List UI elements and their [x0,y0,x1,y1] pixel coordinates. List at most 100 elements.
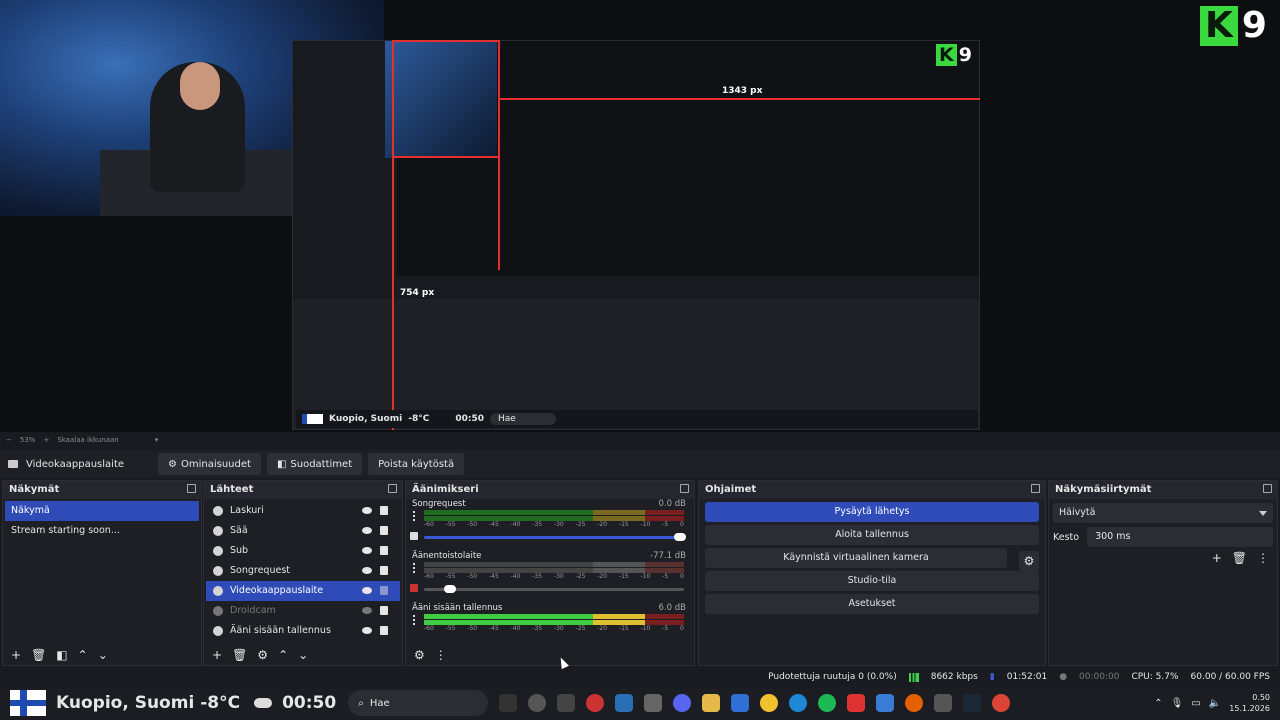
filters-button[interactable]: ◧ Suodattimet [266,453,363,475]
eye-icon[interactable] [362,547,372,554]
obs-icon[interactable] [586,694,605,712]
lock-icon[interactable] [380,586,388,595]
scene-item[interactable]: Näkymä [5,501,199,521]
mail-icon[interactable] [731,694,750,712]
advanced-audio-icon[interactable]: ⚙ [414,648,425,662]
lock-icon[interactable] [380,546,388,555]
eye-icon[interactable] [362,527,372,534]
channel-menu-icon[interactable] [413,563,417,573]
undock-icon[interactable] [680,484,689,493]
audio-app-icon[interactable] [499,694,518,712]
taskbar-search[interactable]: ⌕ Hae [348,690,489,716]
current-source-label: Videokaappauslaite [26,458,125,470]
start-recording-button[interactable]: Aloita tallennus [705,525,1039,545]
source-item[interactable]: Ääni sisään tallennus [206,621,400,641]
scale-mode[interactable]: Skaalaa ikkunaan [57,436,118,444]
channel-menu-icon[interactable] [413,615,417,625]
firefox-icon[interactable] [905,694,924,712]
clock[interactable]: 0.50 15.1.2026 [1229,692,1270,714]
settings-button[interactable]: Asetukset [705,594,1039,614]
volume-handle[interactable] [674,533,686,541]
source-item[interactable]: Videokaappauslaite [206,581,400,601]
app-icon[interactable] [528,694,547,712]
source-item[interactable]: Laskuri [206,501,400,521]
discord-icon[interactable] [673,694,692,712]
trash-icon[interactable]: 🗑 [1232,551,1247,565]
chevron-down-icon[interactable]: ▾ [155,436,159,444]
speaker-icon[interactable] [410,584,418,592]
zoom-in-button[interactable]: + [43,436,49,444]
stop-stream-button[interactable]: Pysäytä lähetys [705,502,1039,522]
time-overlay: 00:50 [282,693,337,713]
network-icon[interactable]: ▭ [1191,698,1200,709]
source-item[interactable]: Sää [206,521,400,541]
chevron-up-icon[interactable]: ⌃ [278,648,288,662]
zoom-out-button[interactable]: − [6,436,12,444]
virtual-camera-button[interactable]: Käynnistä virtuaalinen kamera [705,548,1007,568]
menu-icon[interactable]: ⋮ [1257,551,1269,565]
transition-select[interactable]: Häivytä [1053,503,1273,523]
app-icon[interactable] [847,694,866,712]
chrome-icon[interactable] [992,694,1011,712]
chevron-down-icon[interactable]: ⌄ [298,648,308,662]
duration-field[interactable]: 300 ms [1087,527,1273,547]
terminal-icon[interactable] [557,694,576,712]
edge-icon[interactable] [789,694,808,712]
scale-tick: -30 [553,573,564,580]
gear-icon[interactable]: ⚙ [1019,551,1039,571]
settings-app-icon[interactable] [644,694,663,712]
app-icon[interactable] [876,694,895,712]
trash-icon[interactable]: 🗑 [232,648,247,662]
lock-icon[interactable] [380,566,388,575]
spotify-icon[interactable] [818,694,837,712]
speaker-icon[interactable] [410,532,418,540]
eye-icon[interactable] [362,627,372,634]
folder-icon[interactable] [702,694,721,712]
speaker-icon[interactable]: 🔈 [1209,698,1221,709]
app-icon[interactable] [934,694,953,712]
volume-handle[interactable] [444,585,456,593]
lock-icon[interactable] [380,626,388,635]
filter-icon[interactable]: ◧ [56,648,67,662]
steam-icon[interactable] [963,694,982,712]
eye-icon[interactable] [362,567,372,574]
studio-mode-button[interactable]: Studio-tila [705,571,1039,591]
eye-hidden-icon[interactable] [362,607,372,614]
chevron-up-icon[interactable]: ⌃ [78,648,88,662]
lock-icon[interactable] [380,506,388,515]
undock-icon[interactable] [1031,484,1040,493]
add-icon[interactable]: + [212,648,222,662]
undock-icon[interactable] [187,484,196,493]
app-icon[interactable] [760,694,779,712]
calculator-icon[interactable] [615,694,634,712]
source-item[interactable]: Songrequest [206,561,400,581]
menu-icon[interactable]: ⋮ [435,648,447,662]
sources-toolbar: + 🗑 ⚙ ⌃ ⌄ [204,645,402,665]
add-icon[interactable]: + [1212,551,1222,565]
undock-icon[interactable] [1263,484,1272,493]
lock-icon[interactable] [380,526,388,535]
volume-slider[interactable] [424,533,686,541]
add-icon[interactable]: + [11,648,21,662]
chevron-down-icon[interactable]: ⌄ [98,648,108,662]
weather-widget[interactable]: Kuopio, Suomi -8°C [56,693,240,713]
scale-tick: -30 [553,625,564,632]
scene-item[interactable]: Stream starting soon... [5,521,199,541]
properties-button[interactable]: ⚙ Ominaisuudet [158,453,261,475]
eye-icon[interactable] [362,507,372,514]
eye-icon[interactable] [362,587,372,594]
microphone-icon[interactable]: 🎙 [1171,698,1184,709]
channel-menu-icon[interactable] [413,511,417,521]
undock-icon[interactable] [388,484,397,493]
volume-slider[interactable] [424,585,684,593]
gear-icon: ⚙ [168,458,177,470]
lock-icon[interactable] [380,606,388,615]
source-item[interactable]: Sub [206,541,400,561]
source-item[interactable]: Droidcam [206,601,400,621]
scale-tick: -55 [445,521,456,528]
deactivate-button[interactable]: Poista käytöstä [368,453,465,475]
chevron-up-icon[interactable]: ⌃ [1154,698,1162,709]
trash-icon[interactable]: 🗑 [31,648,46,662]
gear-icon[interactable]: ⚙ [257,648,268,662]
preview-canvas[interactable]: K9 K9 1343 px 754 px Kuopio, Suomi -8°C … [0,0,1280,432]
